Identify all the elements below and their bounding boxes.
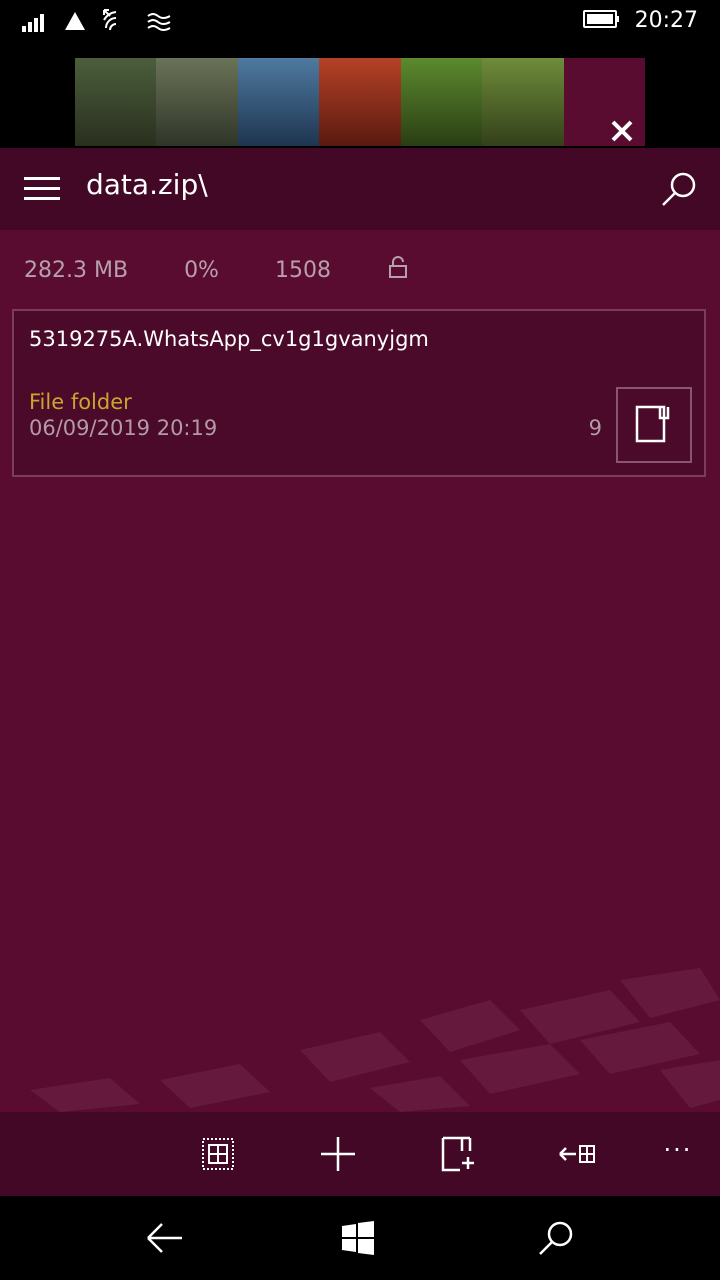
search-icon <box>539 1221 573 1255</box>
ad-banner[interactable] <box>75 58 645 146</box>
ad-character-image <box>75 58 157 146</box>
ad-character-image <box>400 58 483 146</box>
ad-character-image <box>319 58 401 146</box>
archive-size: 282.3 MB <box>24 257 129 283</box>
select-all-button[interactable] <box>196 1132 240 1176</box>
wifi-icon <box>102 8 130 38</box>
item-date: 06/09/2019 20:19 <box>29 416 218 440</box>
file-count: 1508 <box>274 257 331 283</box>
signal-icon <box>22 10 48 36</box>
add-button[interactable] <box>316 1132 360 1176</box>
close-icon <box>611 120 633 142</box>
ad-character-image <box>482 58 564 146</box>
list-item[interactable]: 5319275A.WhatsApp_cv1g1gvanyjgm File fol… <box>12 309 706 477</box>
hamburger-menu-button[interactable] <box>24 177 62 203</box>
more-button[interactable]: ··· <box>656 1128 700 1172</box>
ad-character-image <box>237 58 320 146</box>
item-count: 9 <box>588 416 602 440</box>
extract-icon <box>559 1145 595 1163</box>
data-icon <box>64 10 86 36</box>
ad-close-button[interactable] <box>600 116 644 146</box>
item-type: File folder <box>29 390 132 414</box>
back-icon <box>147 1223 182 1253</box>
new-file-button[interactable] <box>436 1132 480 1176</box>
ad-character-image <box>156 58 238 146</box>
app-command-bar: ··· <box>0 1112 720 1196</box>
item-name: 5319275A.WhatsApp_cv1g1gvanyjgm <box>29 327 429 351</box>
system-search-button[interactable] <box>534 1216 578 1260</box>
battery-icon <box>582 9 621 33</box>
new-file-icon <box>441 1136 474 1172</box>
search-button[interactable] <box>660 170 698 208</box>
ad-strip <box>0 58 720 148</box>
extract-button[interactable] <box>556 1132 600 1176</box>
back-button[interactable] <box>142 1216 186 1260</box>
background-pattern <box>30 968 720 1112</box>
open-item-button[interactable] <box>616 387 692 463</box>
windows-icon <box>342 1221 374 1255</box>
search-icon <box>662 172 696 206</box>
app-header: data.zip\ <box>0 148 720 230</box>
status-bar: 20:27 <box>0 0 720 58</box>
add-icon <box>321 1137 355 1171</box>
open-folder-icon <box>635 405 670 443</box>
clock: 20:27 <box>634 8 698 33</box>
hamburger-icon <box>24 177 60 180</box>
vpn-icon <box>146 10 172 36</box>
lock-icon <box>387 255 409 285</box>
select-all-icon <box>202 1138 234 1170</box>
compression-ratio: 0% <box>184 257 219 283</box>
windows-start-button[interactable] <box>336 1216 380 1260</box>
archive-path-title: data.zip\ <box>86 168 208 201</box>
system-nav-bar <box>0 1196 720 1280</box>
archive-stats: 282.3 MB 0% 1508 <box>24 254 409 286</box>
